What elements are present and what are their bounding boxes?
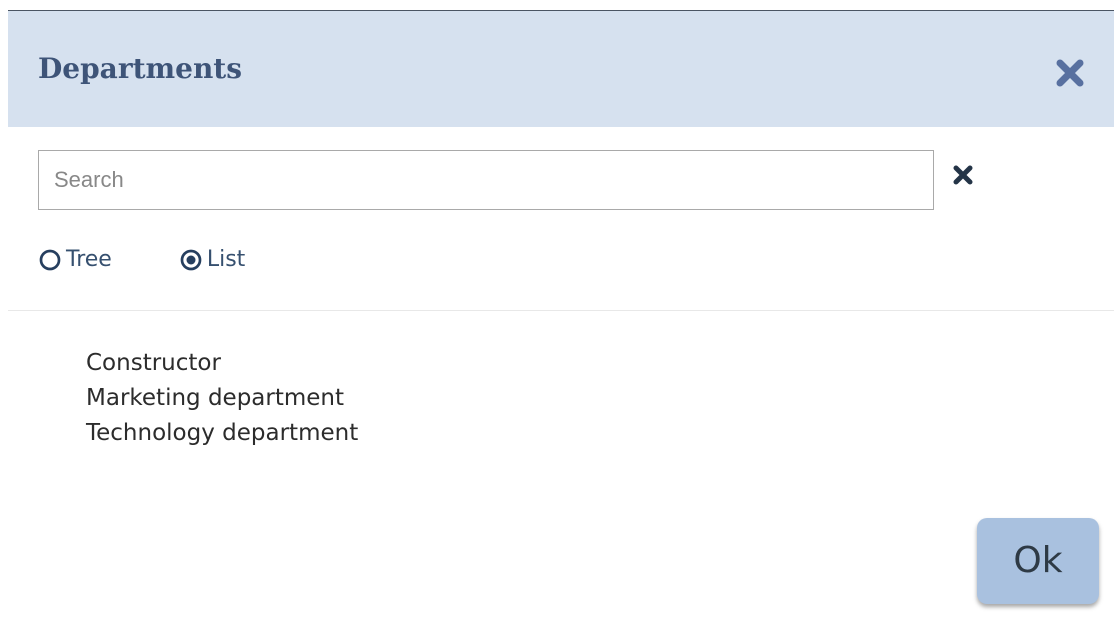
list-radio-label: List <box>206 247 246 272</box>
department-item-marketing-department[interactable]: Marketing department <box>86 381 358 416</box>
radio-unselected-icon <box>39 249 61 271</box>
department-item-constructor[interactable]: Constructor <box>86 346 358 381</box>
radio-selected-icon <box>180 249 202 271</box>
view-mode-toggle: Tree List <box>38 243 245 277</box>
dialog-header: Departments <box>8 10 1114 127</box>
close-icon <box>1056 59 1084 87</box>
close-dialog-button[interactable] <box>1048 51 1092 95</box>
tree-radio-label: Tree <box>66 247 112 272</box>
clear-search-button[interactable] <box>946 158 980 192</box>
tree-radio-option[interactable]: Tree <box>38 248 112 272</box>
departments-dialog: Departments Tree List Constru <box>0 0 1114 627</box>
list-radio-option[interactable]: List <box>179 248 245 272</box>
ok-button[interactable]: Ok <box>977 518 1099 604</box>
content-divider <box>8 310 1114 311</box>
department-list: Constructor Marketing department Technol… <box>86 346 358 451</box>
clear-search-icon <box>953 165 973 185</box>
department-item-technology-department[interactable]: Technology department <box>86 416 358 451</box>
search-input[interactable] <box>38 150 934 210</box>
dialog-top-edge <box>0 0 1114 10</box>
dialog-title: Departments <box>38 52 242 85</box>
